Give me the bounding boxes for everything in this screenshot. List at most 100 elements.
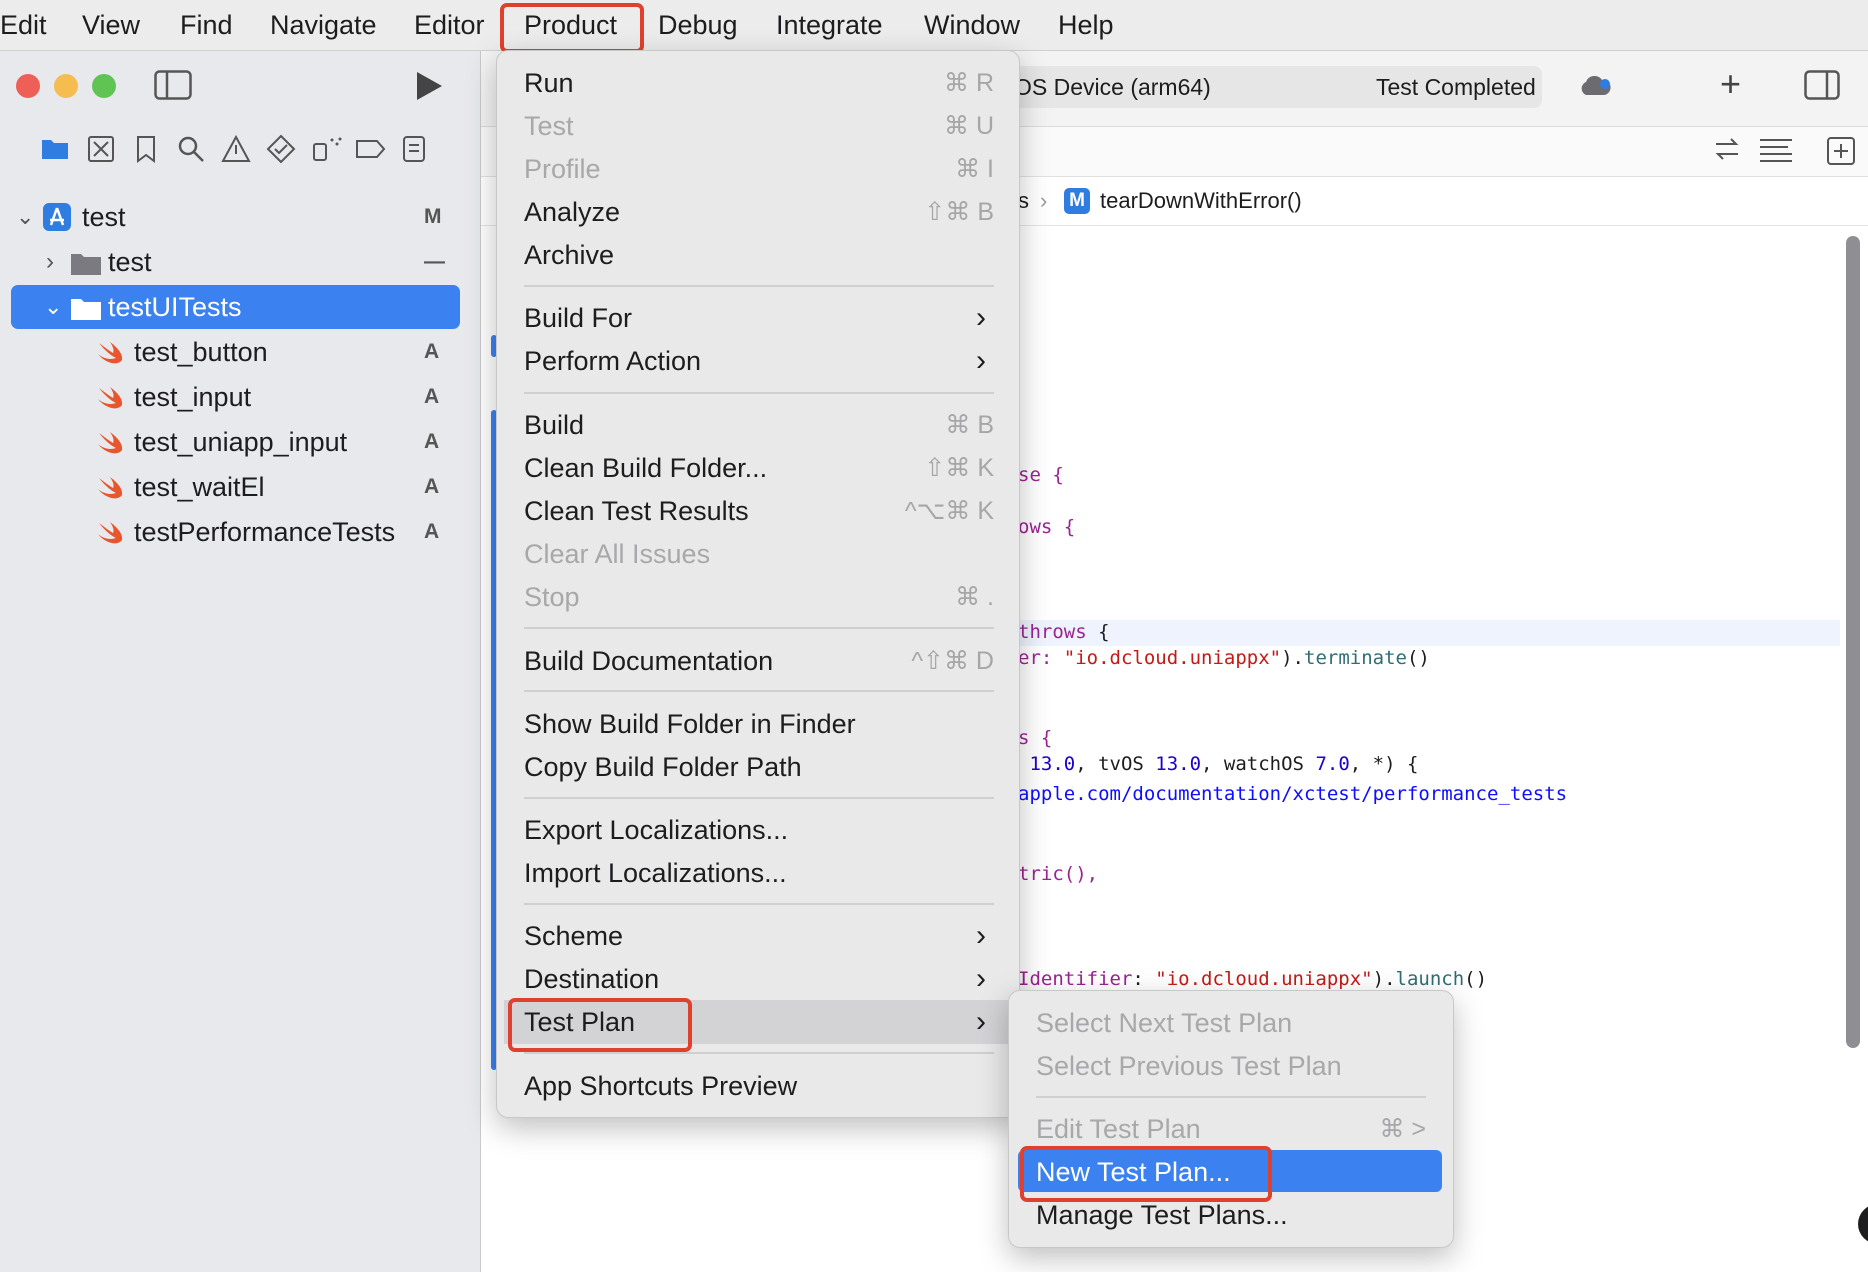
code-line[interactable]: ows { [1018,516,1075,538]
disclosure-expanded-icon[interactable]: ⌄ [16,195,34,239]
chevron-right-icon: › [976,301,986,334]
code-line[interactable]: 13.0, tvOS 13.0, watchOS 7.0, *) { [1018,753,1418,775]
menu-item-build-documentation[interactable]: Build Documentation [524,643,773,679]
chevron-right-icon: › [976,962,986,995]
breakpoint-icon[interactable] [354,134,386,164]
submenu-item-select-previous-test-plan: Select Previous Test Plan [1036,1051,1342,1081]
menu-item-scheme[interactable]: Scheme [524,918,623,954]
disclosure-expanded-icon[interactable]: ⌄ [44,285,62,329]
code-line[interactable]: s { [1018,727,1052,749]
menu-item-archive[interactable]: Archive [524,237,614,273]
minimize-window-button[interactable] [54,74,78,98]
shortcut-stop: ⌘ . [955,583,994,611]
issue-warning-icon[interactable] [221,134,251,164]
menu-item-show-build-folder[interactable]: Show Build Folder in Finder [524,706,856,742]
menu-item-perform-action[interactable]: Perform Action [524,343,701,379]
source-control-icon[interactable] [86,134,116,164]
code-url[interactable]: apple.com/documentation/xctest/performan… [1018,783,1567,805]
search-icon[interactable] [176,134,206,164]
menu-help[interactable]: Help [1058,8,1114,42]
bookmark-icon[interactable] [134,134,158,164]
menu-item-destination[interactable]: Destination [524,961,659,997]
add-editor-icon[interactable] [1826,136,1856,166]
menu-navigate[interactable]: Navigate [270,8,377,42]
menu-find[interactable]: Find [180,8,233,42]
destination-label[interactable]: OS Device (arm64) [1014,70,1211,104]
zoom-window-button[interactable] [92,74,116,98]
file-row[interactable]: test_waitEl A [96,465,456,509]
submenu-item-manage-test-plans[interactable]: Manage Test Plans... [1036,1197,1288,1233]
code-line[interactable]: er: "io.dcloud.uniappx").terminate() [1018,647,1430,669]
jump-bar-method[interactable]: tearDownWithError() [1100,186,1302,216]
menu-edit[interactable]: Edit [0,8,47,42]
file-row[interactable]: testPerformanceTests A [96,510,456,554]
menu-editor[interactable]: Editor [414,8,485,42]
swift-file-icon [98,387,123,409]
report-icon[interactable] [400,134,428,164]
menu-item-run[interactable]: Run [524,65,574,101]
swift-file-icon [98,522,123,544]
group-name: testUITests [108,292,242,322]
inspector-toggle-icon[interactable] [1804,70,1840,100]
code-line[interactable]: se { [1018,464,1064,486]
menu-item-copy-build-folder-path[interactable]: Copy Build Folder Path [524,749,802,785]
group-status-badge: — [424,250,445,273]
menu-window[interactable]: Window [924,8,1020,42]
code-keyword: throws [1018,621,1087,643]
menu-debug[interactable]: Debug [658,8,738,42]
disclosure-collapsed-icon[interactable]: › [46,240,54,284]
code-line[interactable]: throws { [1018,621,1110,643]
shortcut-clean-build-folder: ⇧⌘ K [924,454,994,482]
group-row-test[interactable]: › test — [16,240,456,284]
menu-item-clean-test-results[interactable]: Clean Test Results [524,493,749,529]
code-text: { [1086,621,1110,643]
code-text: tric(), [1018,863,1099,885]
run-icon[interactable] [414,70,444,102]
menu-item-import-localizations[interactable]: Import Localizations... [524,855,787,891]
menu-item-export-localizations[interactable]: Export Localizations... [524,812,788,848]
menu-item-build[interactable]: Build [524,407,584,443]
shortcut-edit-test-plan: ⌘ > [1379,1115,1426,1143]
menu-view[interactable]: View [82,8,140,42]
code-text: , tvOS [1075,753,1156,775]
code-line[interactable]: apple.com/documentation/xctest/performan… [1018,783,1567,805]
code-text: , *) { [1349,753,1419,775]
shortcut-analyze: ⇧⌘ B [924,198,994,226]
file-row[interactable]: test_button A [96,330,456,374]
related-items-icon[interactable] [1712,136,1742,162]
sidebar-toggle-icon[interactable] [154,70,192,100]
code-number: 13.0 [1018,753,1076,775]
folder-icon[interactable] [40,134,70,162]
swift-file-icon [98,432,123,454]
menu-item-app-shortcuts-preview[interactable]: App Shortcuts Preview [524,1068,797,1104]
menu-item-clean-build-folder[interactable]: Clean Build Folder... [524,450,767,486]
menu-integrate[interactable]: Integrate [776,8,883,42]
file-row[interactable]: test_input A [96,375,456,419]
chevron-right-icon: › [1040,188,1048,213]
new-test-plan-callout-box [1020,1146,1272,1202]
file-row[interactable]: test_uniapp_input A [96,420,456,464]
test-diamond-icon[interactable] [266,134,296,164]
code-line[interactable]: tric(), [1018,863,1098,885]
menu-item-build-for[interactable]: Build For [524,300,632,336]
shortcut-build: ⌘ B [945,411,994,439]
group-row-testuitests[interactable]: ⌄ testUITests [16,285,456,329]
code-number: 13.0 [1155,753,1202,775]
close-window-button[interactable] [16,74,40,98]
editor-scrollbar[interactable] [1846,236,1860,1048]
code-line[interactable]: Identifier: "io.dcloud.uniappx").launch(… [1018,968,1487,990]
menu-item-analyze[interactable]: Analyze [524,194,620,230]
project-row[interactable]: ⌄ test M [16,195,456,239]
file-name: testPerformanceTests [134,517,396,547]
shortcut-run: ⌘ R [944,69,994,97]
cloud-icon[interactable] [1578,74,1612,98]
code-function: terminate [1304,647,1407,669]
add-button[interactable]: + [1720,64,1741,104]
debug-spray-icon[interactable] [310,134,344,164]
menu-item-clear-all-issues: Clear All Issues [524,539,711,569]
test-plan-callout-box [508,998,692,1052]
file-status-badge: A [424,520,440,543]
file-status-badge: A [424,340,440,363]
code-text: () [1406,647,1430,669]
editor-options-icon[interactable] [1758,136,1794,164]
